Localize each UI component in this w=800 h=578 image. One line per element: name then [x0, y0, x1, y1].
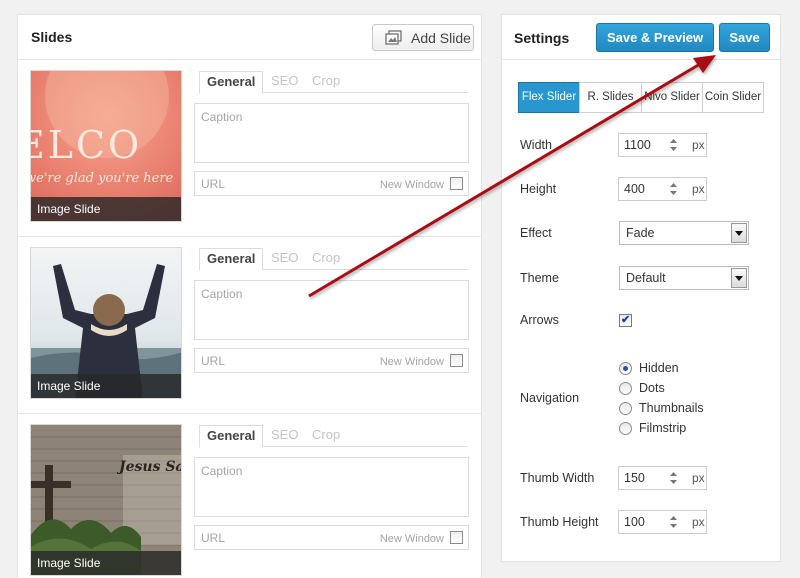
width-label: Width	[520, 138, 552, 152]
tab-coin-slider[interactable]: Coin Slider	[702, 82, 764, 113]
radio-label: Thumbnails	[639, 401, 704, 415]
new-window-label: New Window	[379, 533, 444, 545]
thumb-headline: Jesus Saves	[119, 459, 181, 475]
thumb-label: Image Slide	[31, 374, 181, 398]
tab-seo[interactable]: SEO	[271, 71, 298, 93]
slides-header: Slides Add Slide	[18, 15, 481, 60]
tab-seo[interactable]: SEO	[271, 425, 298, 447]
thumb-headline: ELCO	[31, 123, 143, 167]
effect-label: Effect	[520, 226, 552, 240]
radio-button[interactable]	[619, 361, 632, 375]
add-slide-label: Add Slide	[411, 29, 471, 46]
tab-crop[interactable]: Crop	[312, 71, 340, 93]
radio-button[interactable]	[619, 401, 632, 415]
check-icon: ✔	[621, 314, 631, 326]
height-value: 400	[624, 182, 645, 196]
effect-value: Fade	[626, 226, 655, 240]
spinner-icon[interactable]	[668, 137, 679, 153]
add-slide-button[interactable]: Add Slide	[372, 24, 474, 51]
navigation-option-hidden[interactable]: Hidden	[619, 360, 679, 376]
slide-thumbnail[interactable]: ELCO we're glad you're here Image Slide	[30, 70, 182, 222]
settings-panel: Settings Save & Preview Save Flex Slider…	[501, 14, 781, 562]
radio-label: Filmstrip	[639, 421, 687, 435]
new-window-checkbox[interactable]	[450, 177, 463, 190]
height-unit: px	[692, 182, 705, 196]
slide-tabs: General SEO Crop	[199, 425, 468, 448]
url-placeholder: URL	[201, 531, 226, 545]
navigation-option-filmstrip[interactable]: Filmstrip	[619, 420, 686, 436]
settings-header: Settings Save & Preview Save	[502, 15, 780, 60]
thumb-width-input[interactable]: 150 px	[618, 466, 707, 490]
navigation-option-thumbnails[interactable]: Thumbnails	[619, 400, 704, 416]
url-input[interactable]: URL New Window	[194, 525, 469, 550]
save-button[interactable]: Save	[719, 23, 770, 52]
slider-library-tabs: Flex Slider R. Slides Nivo Slider Coin S…	[518, 82, 764, 113]
theme-label: Theme	[520, 271, 559, 285]
caption-input[interactable]: Caption	[194, 103, 469, 163]
thumb-width-unit: px	[692, 471, 705, 485]
width-input[interactable]: 1100 px	[618, 133, 707, 157]
thumb-height-value: 100	[624, 515, 645, 529]
tab-seo[interactable]: SEO	[271, 248, 298, 270]
radio-button[interactable]	[619, 381, 632, 395]
new-window-label: New Window	[379, 356, 444, 368]
navigation-label: Navigation	[520, 391, 580, 405]
thumb-height-label: Thumb Height	[520, 515, 599, 529]
width-value: 1100	[624, 138, 651, 152]
thumb-label: Image Slide	[31, 197, 181, 221]
spinner-icon[interactable]	[668, 514, 679, 530]
thumb-subtext: we're glad you're here	[30, 171, 174, 186]
thumb-height-unit: px	[692, 515, 705, 529]
height-input[interactable]: 400 px	[618, 177, 707, 201]
thumb-width-label: Thumb Width	[520, 471, 595, 485]
slide-row: ELCO we're glad you're here Image Slide …	[18, 60, 481, 237]
new-window-label: New Window	[379, 179, 444, 191]
theme-select[interactable]: Default	[619, 266, 749, 290]
slides-panel: Slides Add Slide ELCO	[17, 14, 482, 578]
slide-thumbnail[interactable]: Image Slide	[30, 247, 182, 399]
radio-label: Hidden	[639, 361, 679, 375]
slide-tabs: General SEO Crop	[199, 71, 468, 94]
chevron-down-icon[interactable]	[731, 223, 747, 243]
caption-input[interactable]: Caption	[194, 457, 469, 517]
thumb-label: Image Slide	[31, 551, 181, 575]
tab-crop[interactable]: Crop	[312, 425, 340, 447]
new-window-checkbox[interactable]	[450, 531, 463, 544]
chevron-down-icon[interactable]	[731, 268, 747, 288]
new-window-checkbox[interactable]	[450, 354, 463, 367]
url-placeholder: URL	[201, 354, 226, 368]
tab-general[interactable]: General	[199, 71, 264, 94]
width-unit: px	[692, 138, 705, 152]
arrows-checkbox[interactable]: ✔	[619, 314, 632, 327]
slide-tabs: General SEO Crop	[199, 248, 468, 271]
radio-label: Dots	[639, 381, 665, 395]
height-label: Height	[520, 182, 557, 196]
slide-row: Jesus Saves Image Slide General SEO Crop…	[18, 414, 481, 578]
tab-r-slides[interactable]: R. Slides	[579, 82, 642, 113]
thumb-height-input[interactable]: 100 px	[618, 510, 707, 534]
tab-general[interactable]: General	[199, 248, 264, 271]
spinner-icon[interactable]	[668, 470, 679, 486]
theme-value: Default	[626, 271, 666, 285]
radio-button[interactable]	[619, 421, 632, 435]
slide-row: Image Slide General SEO Crop Caption URL…	[18, 237, 481, 414]
tab-nivo-slider[interactable]: Nivo Slider	[641, 82, 703, 113]
effect-select[interactable]: Fade	[619, 221, 749, 245]
caption-input[interactable]: Caption	[194, 280, 469, 340]
save-preview-button[interactable]: Save & Preview	[596, 23, 714, 52]
slides-title: Slides	[31, 29, 73, 45]
tab-flex-slider[interactable]: Flex Slider	[518, 82, 580, 113]
spinner-icon[interactable]	[668, 181, 679, 197]
url-input[interactable]: URL New Window	[194, 171, 469, 196]
url-input[interactable]: URL New Window	[194, 348, 469, 373]
tab-crop[interactable]: Crop	[312, 248, 340, 270]
thumb-width-value: 150	[624, 471, 645, 485]
tab-general[interactable]: General	[199, 425, 264, 448]
add-image-icon	[385, 29, 402, 45]
navigation-option-dots[interactable]: Dots	[619, 380, 665, 396]
slide-thumbnail[interactable]: Jesus Saves Image Slide	[30, 424, 182, 576]
settings-title: Settings	[514, 30, 570, 46]
arrows-label: Arrows	[520, 313, 559, 327]
url-placeholder: URL	[201, 177, 226, 191]
